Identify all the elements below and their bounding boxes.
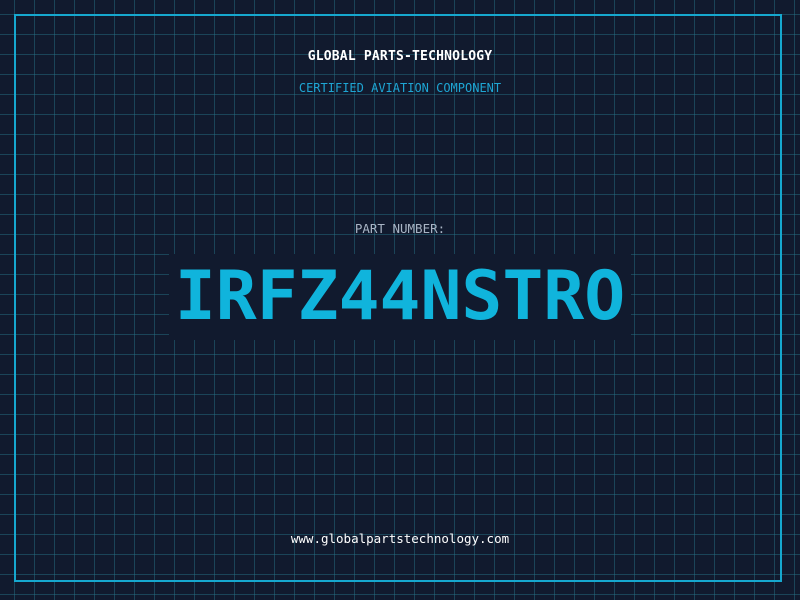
part-number-value: IRFZ44NSTRO [168, 254, 632, 340]
website-link[interactable]: www.globalpartstechnology.com [0, 531, 800, 546]
company-name: GLOBAL PARTS-TECHNOLOGY [307, 49, 493, 64]
certification-subtitle: CERTIFIED AVIATION COMPONENT [298, 81, 502, 95]
part-number-label: PART NUMBER: [354, 221, 446, 236]
part-number-container: IRFZ44NSTRO [0, 254, 800, 340]
label-card: GLOBAL PARTS-TECHNOLOGY CERTIFIED AVIATI… [0, 0, 800, 600]
